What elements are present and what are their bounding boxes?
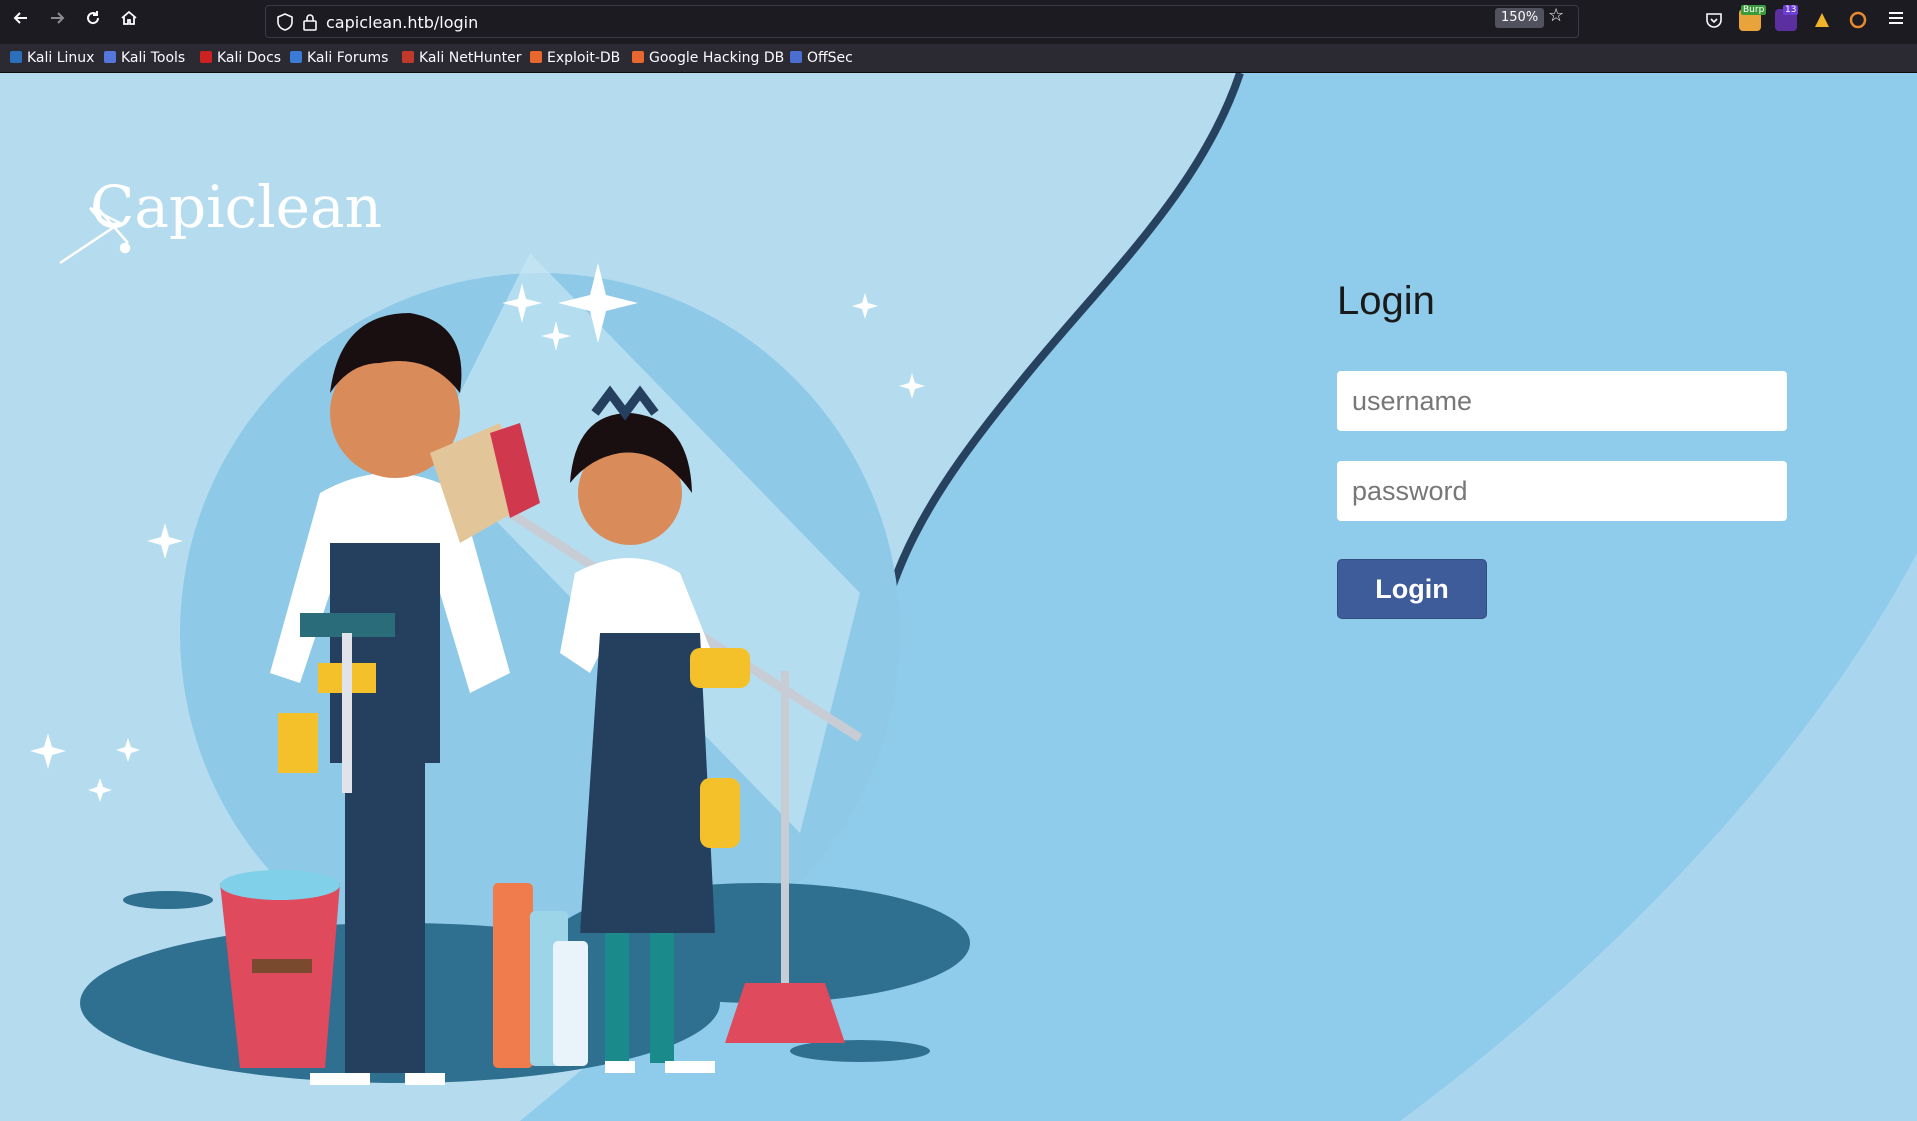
login-page: Capiclean Login Login: [0, 73, 1917, 1121]
kali-forums-icon: [290, 51, 302, 63]
kali-tools-icon: [104, 51, 116, 63]
bookmark-star-icon[interactable]: ☆: [1548, 5, 1564, 26]
browser-toolbar: capiclean.htb/login 150% ☆ Burp 13: [0, 0, 1917, 44]
username-input[interactable]: [1337, 371, 1787, 431]
bookmark-kali-linux[interactable]: Kali Linux: [10, 47, 94, 69]
bookmark-kali-docs[interactable]: Kali Docs: [200, 47, 281, 69]
lock-icon[interactable]: [302, 12, 318, 32]
url-text[interactable]: capiclean.htb/login: [326, 13, 478, 32]
home-icon[interactable]: [116, 9, 142, 35]
google-hacking-db-icon: [632, 51, 644, 63]
menu-icon[interactable]: [1883, 9, 1909, 35]
url-bar[interactable]: capiclean.htb/login: [265, 5, 1579, 38]
kali-docs-icon: [200, 51, 212, 63]
password-input[interactable]: [1337, 461, 1787, 521]
shield-icon[interactable]: [276, 12, 294, 32]
reload-icon[interactable]: [80, 9, 106, 35]
bookmark-kali-nethunter[interactable]: Kali NetHunter: [402, 47, 521, 69]
exploit-db-icon: [530, 51, 542, 63]
kali-nethunter-icon: [402, 51, 414, 63]
forward-icon[interactable]: [44, 9, 70, 35]
zoom-indicator[interactable]: 150%: [1495, 8, 1545, 28]
bookmark-kali-forums[interactable]: Kali Forums: [290, 47, 388, 69]
offsec-icon: [790, 51, 802, 63]
bookmark-google-hacking-db[interactable]: Google Hacking DB: [632, 47, 784, 69]
login-button[interactable]: Login: [1337, 559, 1487, 619]
pocket-icon[interactable]: [1703, 9, 1725, 31]
kali-linux-icon: [10, 51, 22, 63]
burp-extension-icon[interactable]: Burp: [1739, 5, 1767, 31]
back-icon[interactable]: [8, 9, 34, 35]
bookmark-kali-tools[interactable]: Kali Tools: [104, 47, 185, 69]
bookmarks-toolbar: [0, 44, 1917, 73]
bucket: [220, 870, 340, 1068]
foxyproxy-extension-icon[interactable]: [1811, 9, 1833, 31]
cookie-editor-extension-icon[interactable]: [1847, 9, 1869, 31]
capiclean-logo[interactable]: Capiclean: [90, 173, 382, 241]
bookmark-offsec[interactable]: OffSec: [790, 47, 853, 69]
bookmark-exploit-db[interactable]: Exploit-DB: [530, 47, 620, 69]
wappalyzer-extension-icon[interactable]: 13: [1775, 5, 1799, 31]
login-heading: Login: [1337, 279, 1435, 323]
